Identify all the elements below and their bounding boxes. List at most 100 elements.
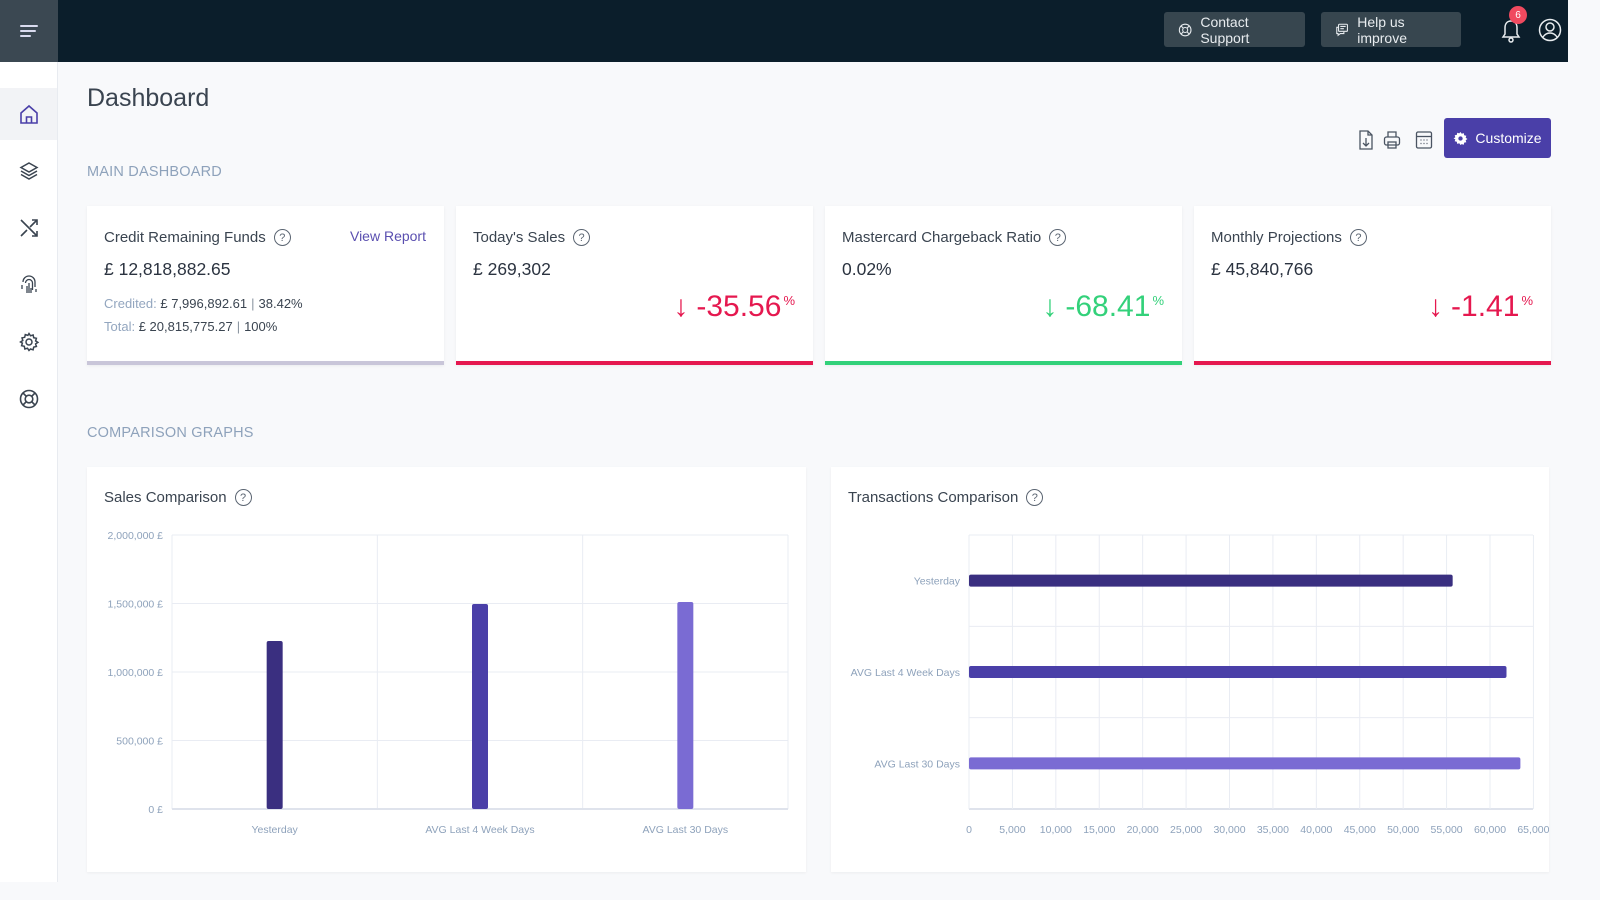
kpi-card-chargeback-ratio: Mastercard Chargeback Ratio ? 0.02% ↓ -6…	[825, 206, 1182, 365]
kpi-value: 0.02%	[842, 259, 892, 279]
kpi-delta: ↓ -35.56%	[673, 290, 795, 323]
help-icon[interactable]: ?	[1049, 229, 1067, 246]
comparison-graphs-heading: COMPARISON GRAPHS	[87, 425, 254, 441]
kpi-value: £ 269,302	[473, 259, 551, 279]
help-icon[interactable]: ?	[573, 229, 591, 246]
contact-support-label: Contact Support	[1200, 13, 1250, 46]
contact-support-button[interactable]: Contact Support	[1164, 12, 1305, 47]
y-tick-label: 1,500,000 £	[108, 599, 164, 611]
delta-value: -1.41	[1451, 290, 1520, 323]
print-icon[interactable]	[1382, 129, 1402, 151]
customize-button[interactable]: Customize	[1444, 118, 1551, 158]
card-status-bar	[456, 361, 813, 365]
sidebar	[0, 62, 58, 882]
kpi-title: Credit Remaining Funds	[104, 229, 266, 246]
transactions-comparison-chart: 0 5,000 10,000 15,000 20,000 25,000 30,000 35,0…	[851, 534, 1549, 836]
user-icon[interactable]	[1538, 17, 1562, 43]
arrow-down-icon: ↓	[1428, 290, 1444, 323]
x-tick-label: 25,000	[1170, 824, 1202, 836]
lifebuoy-icon	[1178, 23, 1192, 36]
bar	[969, 757, 1521, 770]
kpi-delta: ↓ -1.41%	[1428, 290, 1533, 323]
lifebuoy-icon	[19, 389, 38, 409]
kpi-card-monthly-projections: Monthly Projections ? £ 45,840,766 ↓ -1.…	[1194, 206, 1551, 365]
sidebar-item-support[interactable]	[0, 373, 57, 425]
bar	[266, 641, 283, 809]
kpi-value: £ 45,840,766	[1211, 259, 1314, 279]
y-tick-label: Yesterday	[914, 576, 961, 588]
kpi-title: Today's Sales	[473, 229, 566, 246]
arrow-down-icon: ↓	[673, 290, 689, 323]
x-tick-label: 10,000	[1040, 824, 1072, 836]
bar	[969, 666, 1507, 678]
x-tick-label: AVG Last 30 Days	[643, 824, 729, 836]
layers-icon	[18, 162, 39, 180]
sales-comparison-card: 0 £ 500,000 £ 1,000,000 £ 1,500,000 £ 2,000,…	[87, 467, 806, 872]
top-bar: Contact Support Help us improve 6	[0, 0, 1568, 62]
notification-badge: 6	[1509, 6, 1527, 24]
help-improve-button[interactable]: Help us improve	[1321, 12, 1461, 47]
calendar-icon[interactable]	[1414, 129, 1434, 151]
card-status-bar	[1194, 361, 1551, 365]
x-tick-label: 65,000	[1517, 824, 1549, 836]
delta-value: -35.56	[696, 290, 782, 323]
fingerprint-icon	[20, 275, 37, 293]
menu-toggle-button[interactable]	[0, 0, 58, 62]
sidebar-item-layers[interactable]	[0, 145, 57, 197]
help-icon[interactable]: ?	[234, 489, 252, 506]
y-tick-label: 500,000 £	[116, 736, 163, 748]
sales-comparison-chart: 0 £ 500,000 £ 1,000,000 £ 1,500,000 £ 2,000,…	[108, 530, 789, 836]
sidebar-item-security[interactable]	[0, 259, 57, 311]
download-icon[interactable]	[1356, 129, 1376, 151]
hamburger-icon	[20, 22, 38, 40]
x-tick-label: 0	[966, 824, 972, 836]
help-icon[interactable]: ?	[1026, 489, 1044, 506]
view-report-link[interactable]: View Report	[350, 228, 426, 244]
kpi-title: Monthly Projections	[1211, 229, 1342, 246]
chart-title: Transactions Comparison	[848, 489, 1019, 506]
sidebar-item-transactions[interactable]	[0, 202, 57, 254]
x-tick-label: 55,000	[1431, 824, 1463, 836]
x-tick-label: 5,000	[999, 824, 1025, 836]
x-tick-label: 45,000	[1344, 824, 1376, 836]
help-icon[interactable]: ?	[273, 229, 291, 246]
card-status-bar	[87, 361, 444, 365]
kpi-title: Mastercard Chargeback Ratio	[842, 229, 1042, 246]
y-tick-label: 1,000,000 £	[108, 667, 164, 679]
bar	[677, 601, 694, 809]
y-tick-label: AVG Last 4 Week Days	[851, 667, 960, 679]
credited-line: Credited: £ 7,996,892.61 | 38.42%	[104, 296, 303, 311]
arrow-down-icon: ↓	[1042, 290, 1058, 323]
credited-value: £ 7,996,892.61	[160, 296, 248, 311]
page-title: Dashboard	[87, 84, 210, 112]
delta-value: -68.41	[1065, 290, 1151, 323]
x-tick-label: 35,000	[1257, 824, 1289, 836]
help-icon[interactable]: ?	[1349, 229, 1367, 246]
bar	[472, 604, 488, 809]
kpi-card-credit-remaining: Credit Remaining Funds ? View Report £ 1…	[87, 206, 444, 365]
y-tick-label: 2,000,000 £	[108, 530, 164, 542]
help-improve-label: Help us improve	[1357, 13, 1407, 46]
total-value: £ 20,815,775.27	[138, 319, 233, 334]
x-tick-label: 30,000	[1213, 824, 1245, 836]
main-dashboard-heading: MAIN DASHBOARD	[87, 164, 222, 180]
sidebar-item-settings[interactable]	[0, 316, 57, 368]
total-line: Total: £ 20,815,775.27 | 100%	[104, 319, 278, 334]
y-tick-label: 0 £	[148, 804, 163, 816]
customize-label: Customize	[1475, 130, 1542, 146]
bar	[969, 574, 1453, 587]
home-icon	[19, 104, 38, 124]
transactions-comparison-card: 0 5,000 10,000 15,000 20,000 25,000 30,000 35,0…	[831, 467, 1549, 872]
x-tick-label: Yesterday	[252, 824, 299, 836]
shuffle-icon	[19, 219, 38, 237]
x-tick-label: 15,000	[1083, 824, 1115, 836]
x-tick-label: 50,000	[1387, 824, 1419, 836]
x-tick-label: 40,000	[1300, 824, 1332, 836]
kpi-value: £ 12,818,882.65	[104, 259, 231, 279]
sidebar-item-home[interactable]	[0, 88, 57, 140]
total-pct: 100%	[244, 319, 278, 334]
chart-title: Sales Comparison	[104, 489, 227, 506]
credited-pct: 38.42%	[258, 296, 303, 311]
gear-icon	[18, 332, 39, 352]
y-tick-label: AVG Last 30 Days	[874, 758, 960, 770]
